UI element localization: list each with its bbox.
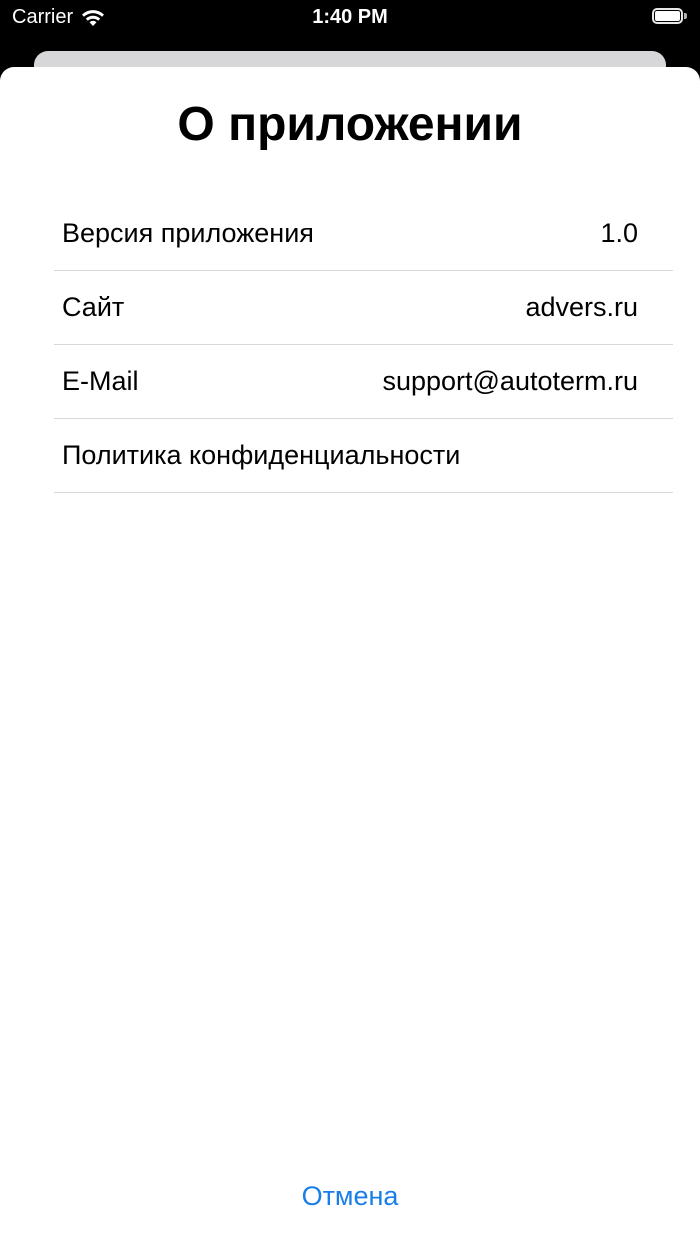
status-bar: Carrier 1:40 PM <box>0 0 700 40</box>
website-link[interactable]: advers.ru <box>525 292 638 323</box>
row-privacy-policy[interactable]: Политика конфиденциальности <box>54 419 673 493</box>
about-sheet: О приложении Версия приложения 1.0 Сайт … <box>0 67 700 1257</box>
privacy-policy-link[interactable]: Политика конфиденциальности <box>62 440 460 471</box>
page-title: О приложении <box>177 98 523 151</box>
row-app-version: Версия приложения 1.0 <box>54 197 673 271</box>
row-label: Сайт <box>62 292 125 322</box>
email-link[interactable]: support@autoterm.ru <box>382 366 638 397</box>
battery-icon <box>652 8 688 26</box>
row-value: 1.0 <box>600 218 638 248</box>
cancel-button[interactable]: Отмена <box>0 1181 700 1212</box>
row-website[interactable]: Сайт advers.ru <box>54 271 673 345</box>
row-label: Версия приложения <box>62 218 314 248</box>
row-label: E-Mail <box>62 366 139 396</box>
row-email[interactable]: E-Mail support@autoterm.ru <box>54 345 673 419</box>
info-list: Версия приложения 1.0 Сайт advers.ru E-M… <box>54 197 673 493</box>
status-time: 1:40 PM <box>312 6 388 28</box>
